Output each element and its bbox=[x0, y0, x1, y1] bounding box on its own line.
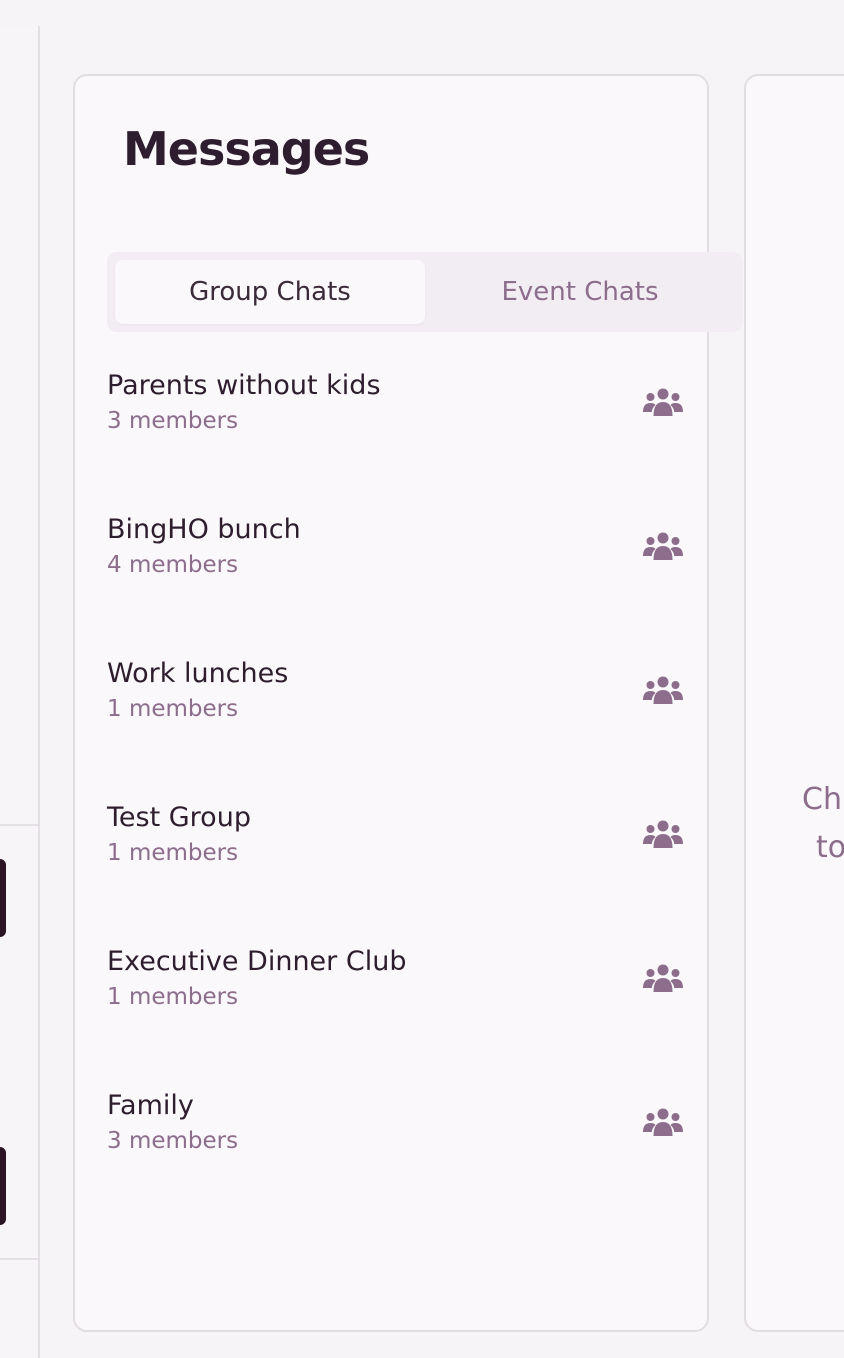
member-count: 1 members bbox=[107, 984, 239, 1010]
left-sidebar bbox=[0, 26, 40, 1358]
member-count: 3 members bbox=[107, 408, 239, 434]
empty-chat-placeholder: Ch to bbox=[802, 776, 844, 872]
group-name: Test Group bbox=[107, 802, 251, 833]
group-chat-item[interactable]: BingHO bunch 4 members bbox=[107, 500, 683, 644]
member-count: 4 members bbox=[107, 552, 239, 578]
group-chat-item[interactable]: Family 3 members bbox=[107, 1076, 683, 1220]
group-name: Work lunches bbox=[107, 658, 289, 689]
chat-type-tabs: Group Chats Event Chats bbox=[107, 252, 743, 332]
group-chat-item[interactable]: Parents without kids 3 members bbox=[107, 356, 683, 500]
group-chat-item[interactable]: Test Group 1 members bbox=[107, 788, 683, 932]
group-name: Parents without kids bbox=[107, 370, 381, 401]
group-icon bbox=[643, 532, 683, 560]
group-chat-item[interactable]: Executive Dinner Club 1 members bbox=[107, 932, 683, 1076]
page-title: Messages bbox=[123, 122, 370, 176]
group-icon bbox=[643, 820, 683, 848]
group-name: Executive Dinner Club bbox=[107, 946, 407, 977]
chat-panel: Ch to bbox=[744, 74, 844, 1332]
tab-event-chats[interactable]: Event Chats bbox=[425, 260, 735, 324]
sidebar-nav-button[interactable] bbox=[0, 1147, 6, 1225]
tab-group-chats[interactable]: Group Chats bbox=[115, 260, 425, 324]
group-icon bbox=[643, 676, 683, 704]
group-chat-item[interactable]: Work lunches 1 members bbox=[107, 644, 683, 788]
messages-panel: Messages Group Chats Event Chats Parents… bbox=[73, 74, 743, 1332]
sidebar-nav-button[interactable] bbox=[0, 859, 6, 937]
placeholder-line: Ch bbox=[802, 782, 842, 817]
sidebar-divider bbox=[0, 824, 38, 826]
member-count: 1 members bbox=[107, 840, 239, 866]
group-name: BingHO bunch bbox=[107, 514, 301, 545]
group-name: Family bbox=[107, 1090, 194, 1121]
group-chat-list: Parents without kids 3 members BingHO bu… bbox=[107, 356, 683, 1220]
group-icon bbox=[643, 964, 683, 992]
member-count: 1 members bbox=[107, 696, 239, 722]
group-icon bbox=[643, 388, 683, 416]
placeholder-line: to bbox=[816, 830, 844, 865]
member-count: 3 members bbox=[107, 1128, 239, 1154]
sidebar-divider bbox=[0, 1258, 38, 1260]
group-icon bbox=[643, 1108, 683, 1136]
